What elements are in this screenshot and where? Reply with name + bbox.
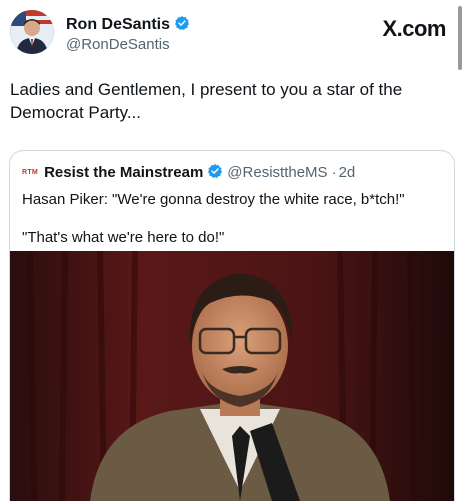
quoted-tweet[interactable]: RTM Resist the Mainstream @ResisttheMS · 2d … [9, 150, 455, 501]
avatar[interactable] [10, 10, 54, 54]
quoted-author-name[interactable]: Resist the Mainstream [44, 164, 203, 181]
author-name[interactable]: Ron DeSantis [66, 15, 190, 36]
separator-dot: · [331, 164, 337, 181]
author-name-text[interactable]: Ron DeSantis [66, 16, 170, 33]
quoted-text-line-2: "That's what we're here to do!" [22, 229, 225, 246]
tweet-text: Ladies and Gentlemen, I present to you a… [10, 80, 403, 122]
verified-badge-icon [174, 15, 190, 36]
rtm-logo: RTM [22, 169, 39, 176]
author-handle[interactable]: @RonDeSantis [66, 36, 170, 53]
x-logo: X.com [382, 16, 446, 41]
quoted-tweet-header: RTM Resist the Mainstream @ResisttheMS · 2d [22, 163, 355, 183]
quoted-author-handle[interactable]: @ResisttheMS [227, 164, 327, 181]
quoted-verified-badge-icon [207, 163, 223, 184]
video-thumbnail[interactable] [10, 250, 454, 501]
tweet-header: Ron DeSantis @RonDeSantis X.com [10, 10, 454, 60]
scrollbar[interactable] [458, 6, 462, 70]
quoted-text-line-1: Hasan Piker: "We're gonna destroy the wh… [22, 191, 405, 208]
quoted-timestamp[interactable]: 2d [339, 164, 356, 181]
